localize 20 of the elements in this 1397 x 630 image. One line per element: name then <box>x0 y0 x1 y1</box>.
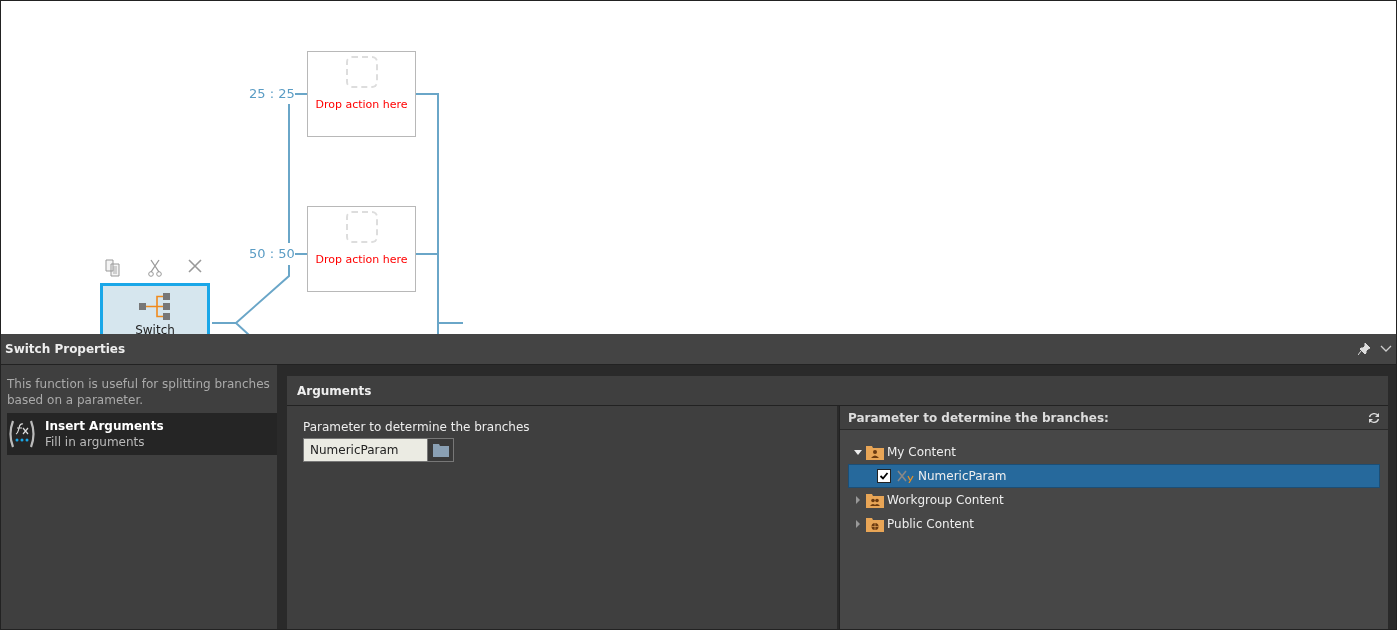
tree-item[interactable]: My Content <box>848 440 1380 464</box>
panel-title: Switch Properties <box>5 342 127 356</box>
field-label: Parameter to determine the branches <box>303 420 531 434</box>
action-drop-zone[interactable]: Drop action here <box>307 51 416 137</box>
action-drop-zone[interactable]: Drop action here <box>307 206 416 292</box>
tree-item[interactable]: NumericParam <box>848 464 1380 488</box>
branch-label: 50 : 50 <box>249 246 295 261</box>
tree-item[interactable]: Workgroup Content <box>848 488 1380 512</box>
section-title: Arguments <box>287 376 1388 406</box>
node-label: Switch <box>135 323 175 334</box>
switch-node[interactable]: Switch <box>100 283 210 334</box>
step-subtitle: Fill in arguments <box>45 435 146 449</box>
tree-item[interactable]: Public Content <box>848 512 1380 536</box>
wizard-step[interactable]: Insert Arguments Fill in arguments <box>7 413 277 455</box>
branch-label: 25 : 25 <box>249 86 295 101</box>
drop-hint: Drop action here <box>315 253 408 266</box>
browser-title: Parameter to determine the branches: <box>848 410 1110 425</box>
step-title: Insert Arguments <box>45 419 164 433</box>
function-description: This function is useful for splitting branches based on a parameter. <box>6 376 271 409</box>
drop-hint: Drop action here <box>315 98 408 111</box>
